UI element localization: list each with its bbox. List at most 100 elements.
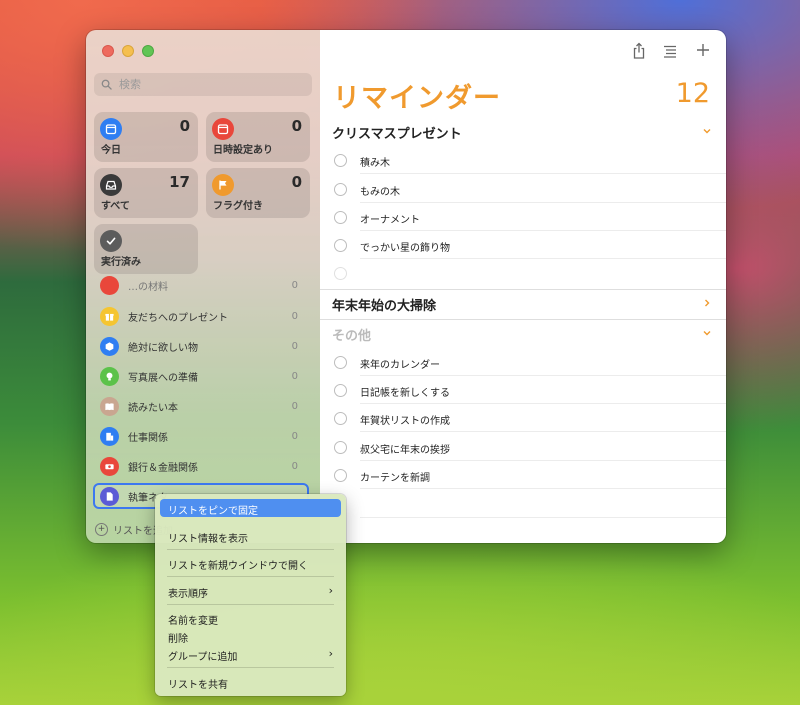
list-count: 0	[291, 370, 298, 382]
menu-separator	[167, 576, 334, 577]
menu-item-show-info[interactable]: リスト情報を表示	[160, 527, 341, 545]
menu-item-label: 表示順序	[168, 589, 208, 600]
smart-list-scheduled[interactable]: 0 日時設定あり	[206, 112, 310, 162]
list-name: …の材料	[128, 281, 168, 293]
calendar-today-icon	[100, 118, 122, 140]
task-checkbox[interactable]	[334, 356, 347, 369]
reminder-count: 12	[675, 78, 710, 109]
task-checkbox[interactable]	[334, 441, 347, 454]
list-item[interactable]: 読みたい本 0	[86, 393, 320, 419]
list-name: 仕事関係	[128, 432, 168, 444]
money-icon	[100, 456, 119, 476]
menu-item-label: 削除	[168, 634, 188, 645]
share-icon[interactable]	[632, 42, 646, 60]
list-item[interactable]: 友だちへのプレゼント 0	[86, 303, 320, 329]
page-title: リマインダー	[333, 83, 501, 114]
task-item[interactable]: 年賀状リストの作成	[320, 404, 726, 432]
task-item[interactable]: 叔父宅に年末の挨拶	[320, 433, 726, 461]
chevron-down-icon[interactable]	[702, 126, 712, 136]
list-count: 0	[291, 310, 298, 322]
smart-list-label: 実行済み	[101, 257, 141, 268]
building-icon	[100, 426, 119, 446]
section-header[interactable]: クリスマスプレゼント	[320, 120, 726, 144]
add-reminder-icon[interactable]	[696, 43, 710, 57]
menu-item-delete[interactable]: 削除	[160, 627, 341, 645]
list-item[interactable]: …の材料 0	[86, 272, 320, 298]
task-title: もみの木	[360, 187, 400, 198]
section-title: その他	[332, 329, 372, 344]
chevron-down-icon[interactable]	[702, 328, 712, 338]
task-checkbox[interactable]	[334, 211, 347, 224]
task-checkbox[interactable]	[334, 154, 347, 167]
section-divider	[320, 319, 726, 320]
menu-item-share-list[interactable]: リストを共有	[160, 673, 341, 691]
smart-list-label: 今日	[101, 145, 121, 156]
menu-item-pin-list[interactable]: リストをピンで固定	[160, 499, 341, 517]
smart-list-all[interactable]: 17 すべて	[94, 168, 198, 218]
task-item[interactable]: 来年のカレンダー	[320, 348, 726, 376]
smart-list-today[interactable]: 0 今日	[94, 112, 198, 162]
section-header[interactable]: 年末年始の大掃除	[320, 292, 726, 316]
doc-icon	[100, 486, 119, 506]
list-format-icon[interactable]	[662, 44, 678, 58]
list-count: 0	[291, 460, 298, 472]
menu-item-add-to-group[interactable]: グループに追加 ›	[160, 645, 341, 663]
task-item[interactable]: 積み木	[320, 146, 726, 174]
task-checkbox[interactable]	[334, 183, 347, 196]
sidebar: 0 今日 0 日時設定あり 17 すべて 0	[86, 30, 321, 543]
task-item[interactable]: オーナメント	[320, 203, 726, 231]
new-task-item[interactable]	[320, 490, 726, 518]
task-item[interactable]: もみの木	[320, 175, 726, 203]
menu-item-label: リストをピンで固定	[168, 506, 258, 517]
section-header[interactable]: その他	[320, 322, 726, 346]
menu-item-sort-order[interactable]: 表示順序 ›	[160, 582, 341, 600]
task-title: カーテンを新調	[360, 473, 430, 484]
task-checkbox[interactable]	[334, 384, 347, 397]
reminders-window: 0 今日 0 日時設定あり 17 すべて 0	[86, 30, 726, 543]
list-name: 友だちへのプレゼント	[128, 312, 228, 324]
list-item[interactable]: 写真展への準備 0	[86, 363, 320, 389]
smart-list-completed[interactable]: 実行済み	[94, 224, 198, 274]
chevron-right-icon[interactable]	[702, 298, 712, 308]
menu-item-label: リストを共有	[168, 680, 228, 691]
list-item[interactable]: 絶対に欲しい物 0	[86, 333, 320, 359]
close-window-button[interactable]	[102, 45, 114, 57]
task-item[interactable]: カーテンを新調	[320, 461, 726, 489]
task-checkbox[interactable]	[334, 412, 347, 425]
divider	[360, 173, 726, 174]
list-name: 絶対に欲しい物	[128, 342, 198, 354]
chevron-right-icon: ›	[328, 647, 333, 660]
list-name: 写真展への準備	[128, 372, 198, 384]
menu-item-label: リスト情報を表示	[168, 534, 248, 545]
task-checkbox[interactable]	[334, 267, 347, 280]
list-item[interactable]: 仕事関係 0	[86, 423, 320, 449]
maximize-window-button[interactable]	[142, 45, 154, 57]
task-item[interactable]: でっかい星の飾り物	[320, 231, 726, 259]
chevron-right-icon: ›	[328, 584, 333, 597]
divider	[360, 488, 726, 489]
search-input[interactable]	[117, 77, 301, 92]
list-count: 0	[291, 340, 298, 352]
main-pane: リマインダー 12 クリスマスプレゼント 積み木 もみの木 オーナメント でっか…	[320, 30, 726, 543]
divider	[360, 517, 726, 518]
checkmark-icon	[100, 230, 122, 252]
list-name: 銀行＆金融関係	[128, 462, 198, 474]
section-title: クリスマスプレゼント	[332, 127, 462, 142]
search-field[interactable]	[94, 73, 312, 96]
book-icon	[100, 396, 119, 416]
menu-item-rename[interactable]: 名前を変更	[160, 609, 341, 627]
task-item[interactable]: 日記帳を新しくする	[320, 376, 726, 404]
task-checkbox[interactable]	[334, 469, 347, 482]
plus-circle-icon: +	[95, 523, 108, 536]
calendar-icon	[212, 118, 234, 140]
list-item[interactable]: 銀行＆金融関係 0	[86, 453, 320, 479]
new-task-item[interactable]	[320, 259, 726, 287]
smart-list-flagged[interactable]: 0 フラグ付き	[206, 168, 310, 218]
window-controls	[102, 45, 154, 57]
minimize-window-button[interactable]	[122, 45, 134, 57]
menu-item-label: グループに追加	[168, 652, 238, 663]
task-checkbox[interactable]	[334, 239, 347, 252]
flag-icon	[212, 174, 234, 196]
section-title: 年末年始の大掃除	[332, 299, 437, 314]
menu-item-open-new-window[interactable]: リストを新規ウインドウで開く	[160, 554, 341, 572]
